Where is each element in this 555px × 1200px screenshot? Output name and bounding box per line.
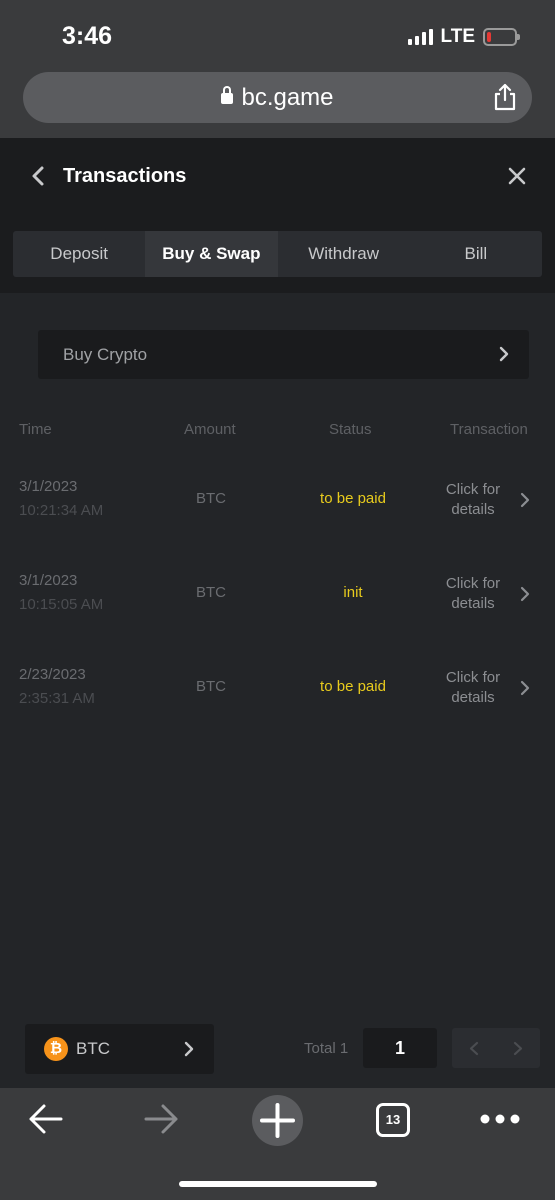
row-status: init — [343, 584, 363, 601]
status-indicators: LTE — [407, 26, 520, 48]
bitcoin-icon: ₿ — [44, 1037, 68, 1061]
arrow-right-icon[interactable] — [142, 1102, 180, 1136]
row-date: 3/1/2023 — [19, 478, 78, 495]
transaction-tabs: Deposit Buy & Swap Withdraw Bill — [13, 231, 542, 277]
row-amount: BTC — [196, 584, 226, 601]
tab-withdraw[interactable]: Withdraw — [278, 231, 410, 277]
url-bar[interactable]: bc.game — [23, 72, 532, 123]
details-line-2: details — [451, 501, 495, 518]
total-count: Total 1 — [304, 1040, 349, 1057]
row-time: 10:21:34 AM — [19, 502, 104, 519]
network-label: LTE — [440, 26, 475, 47]
tab-buy-swap[interactable]: Buy & Swap — [145, 231, 278, 277]
status-time: 3:46 — [62, 22, 113, 50]
buy-crypto-select[interactable]: Buy Crypto — [38, 330, 529, 379]
row-details-link[interactable]: Click for details — [433, 574, 513, 614]
column-header-status: Status — [329, 421, 372, 438]
chevron-right-icon — [499, 346, 509, 362]
chevron-right-icon — [184, 1041, 194, 1057]
row-time: 2:35:31 AM — [19, 690, 95, 707]
page-number-input[interactable]: 1 — [363, 1028, 437, 1068]
table-row: 2/23/2023 2:35:31 AM BTC to be paid Clic… — [0, 666, 555, 756]
close-icon[interactable] — [507, 166, 527, 186]
plus-icon — [260, 1103, 295, 1138]
row-date: 3/1/2023 — [19, 572, 78, 589]
arrow-left-icon[interactable] — [27, 1102, 65, 1136]
row-status: to be paid — [320, 490, 386, 507]
url-text: bc.game — [241, 84, 334, 111]
chevron-left-icon[interactable] — [469, 1041, 479, 1056]
column-header-transaction: Transaction — [450, 421, 528, 438]
lock-icon — [221, 86, 234, 104]
details-line-1: Click for — [445, 481, 501, 498]
chevron-right-icon[interactable] — [520, 586, 530, 602]
tabs-button[interactable]: 13 — [376, 1103, 410, 1137]
table-row: 3/1/2023 10:15:05 AM BTC init Click for … — [0, 572, 555, 662]
home-indicator — [179, 1181, 377, 1187]
share-icon[interactable] — [492, 83, 518, 111]
table-row: 3/1/2023 10:21:34 AM BTC to be paid Clic… — [0, 478, 555, 568]
row-time: 10:15:05 AM — [19, 596, 104, 613]
chevron-right-icon[interactable] — [520, 492, 530, 508]
column-header-time: Time — [19, 421, 52, 438]
row-details-link[interactable]: Click for details — [433, 668, 513, 708]
battery-icon — [483, 28, 520, 46]
row-amount: BTC — [196, 490, 226, 507]
pager-controls — [452, 1028, 540, 1068]
coin-select[interactable]: ₿ BTC — [25, 1024, 214, 1074]
row-date: 2/23/2023 — [19, 666, 86, 683]
details-line-1: Click for — [445, 575, 501, 592]
browser-chrome: 3:46 LTE bc.game — [0, 0, 555, 138]
row-details-link[interactable]: Click for details — [433, 480, 513, 520]
details-line-1: Click for — [445, 669, 501, 686]
buy-crypto-label: Buy Crypto — [63, 345, 148, 364]
chevron-right-icon[interactable] — [520, 680, 530, 696]
row-amount: BTC — [196, 678, 226, 695]
coin-label: BTC — [76, 1039, 110, 1058]
details-line-2: details — [451, 595, 495, 612]
more-icon[interactable] — [480, 1112, 520, 1126]
column-header-amount: Amount — [184, 421, 236, 438]
row-status: to be paid — [320, 678, 386, 695]
details-line-2: details — [451, 689, 495, 706]
signal-icon — [407, 29, 433, 45]
tab-bill[interactable]: Bill — [410, 231, 542, 277]
new-tab-button[interactable] — [252, 1095, 303, 1146]
url-display[interactable]: bc.game — [23, 84, 532, 112]
page-title: Transactions — [63, 165, 187, 187]
chevron-right-icon[interactable] — [513, 1041, 523, 1056]
back-chevron-icon[interactable] — [30, 165, 46, 187]
tab-deposit[interactable]: Deposit — [13, 231, 145, 277]
